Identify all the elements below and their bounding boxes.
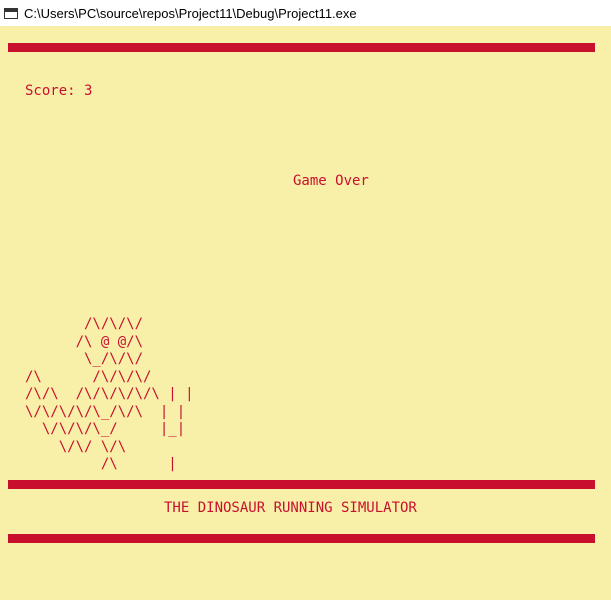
score-display: Score: 3 — [25, 83, 92, 99]
console-window-icon — [4, 7, 18, 19]
bottom-border-bar — [8, 534, 595, 543]
game-title-banner: THE DINOSAUR RUNNING SIMULATOR — [164, 500, 417, 516]
score-label: Score: — [25, 83, 76, 99]
dinosaur-ascii-art: /\/\/\/ /\ @ @/\ \_/\/\/ /\ /\/\/\/ /\/\… — [25, 316, 194, 472]
score-value: 3 — [84, 83, 93, 99]
window-title: C:\Users\PC\source\repos\Project11\Debug… — [24, 5, 357, 21]
window-titlebar[interactable]: C:\Users\PC\source\repos\Project11\Debug… — [0, 0, 611, 26]
game-over-text: Game Over — [293, 173, 369, 189]
console-area: Score: 3 Game Over /\/\/\/ /\ @ @/\ \_/\… — [0, 26, 611, 600]
ground-bar — [8, 480, 595, 489]
top-border-bar — [8, 43, 595, 52]
